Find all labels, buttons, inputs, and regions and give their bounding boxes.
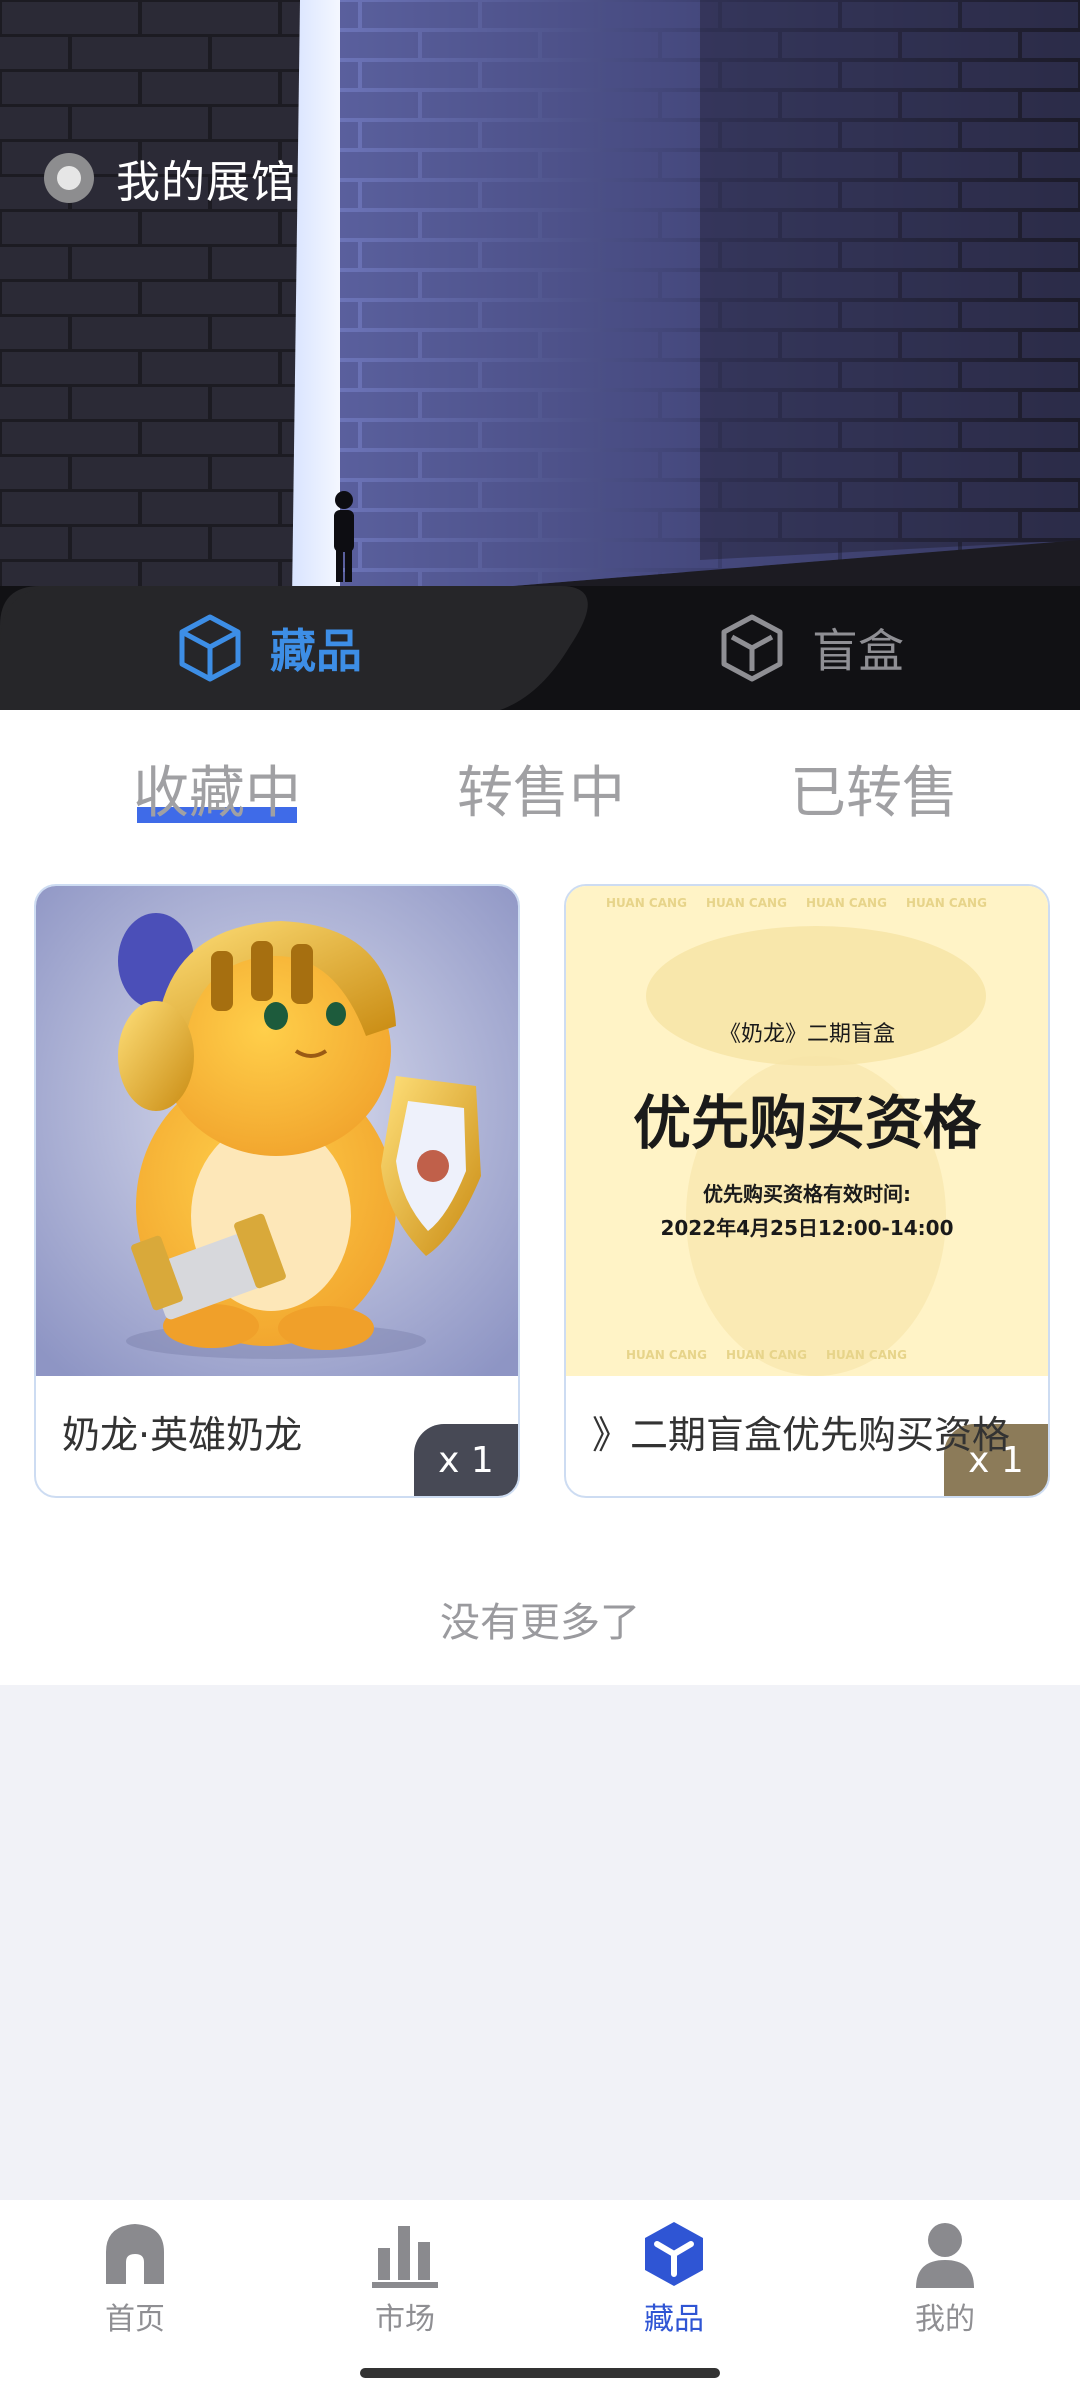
main-tabs-background [0,586,1080,710]
poster-headline: 优先购买资格 [632,1089,981,1157]
poster-watermark: HUAN CANG [906,896,987,910]
nav-mine[interactable]: 我的 [845,2218,1045,2348]
nav-home-label: 首页 [105,2302,165,2337]
tab-collection-label: 藏品 [270,624,362,678]
card-title: 奶龙·英雄奶龙 [62,1413,303,1457]
main-tabs: 藏品 盲盒 [0,586,1080,710]
subtab-resold-label: 已转售 [790,761,958,826]
card-title: 》二期盲盒优先购买资格 [592,1413,1011,1457]
nav-mine-label: 我的 [915,2302,975,2337]
nav-market[interactable]: 市场 [305,2218,505,2348]
cube-icon [179,614,241,682]
subtab-collecting-label: 收藏中 [133,761,301,826]
nav-collection[interactable]: 藏品 [574,2218,774,2348]
collection-cube-icon [645,2222,703,2286]
subtab-collecting[interactable]: 收藏中 [133,748,301,829]
user-icon [916,2223,974,2288]
poster-validity-time: 2022年4月25日12:00-14:00 [660,1216,954,1240]
subtab-reselling[interactable]: 转售中 [457,748,625,829]
poster-watermark: HUAN CANG [806,896,887,910]
tab-blind-box-label: 盲盒 [812,624,904,678]
status-subtabs: 收藏中 转售中 已转售 [0,710,1080,852]
milk-dragon-illustration [36,886,518,1376]
poster-watermark: HUAN CANG [706,896,787,910]
card-thumbnail-poster: HUAN CANG HUAN CANG HUAN CANG HUAN CANG … [566,886,1048,1376]
collection-content: 收藏中 转售中 已转售 x 1 奶龙·英雄奶龙 HUAN CANG HUAN C… [0,710,1080,1685]
my-gallery-title: 我的展馆 [116,157,296,208]
poster-watermark: HUAN CANG [626,1348,707,1362]
poster-watermark: HUAN CANG [826,1348,907,1362]
collection-card[interactable]: x 1 奶龙·英雄奶龙 [34,884,520,1498]
cube-outline-icon [721,614,783,682]
subtab-reselling-label: 转售中 [457,761,625,826]
nav-market-label: 市场 [375,2302,435,2337]
card-thumbnail-milk-dragon [36,886,518,1376]
tab-blind-box[interactable]: 盲盒 [720,586,904,710]
poster-watermark: HUAN CANG [726,1348,807,1362]
nav-collection-label: 藏品 [644,2302,704,2337]
subtab-resold[interactable]: 已转售 [790,748,958,829]
market-chart-icon [372,2226,438,2288]
hero-banner: 我的展馆 藏品 盲盒 [0,0,1080,710]
radio-dot-icon [44,153,94,203]
home-icon [106,2224,164,2284]
poster-watermark: HUAN CANG [606,896,687,910]
no-more-text: 没有更多了 [440,1600,640,1646]
tab-collection[interactable]: 藏品 [178,586,362,710]
my-gallery-header[interactable]: 我的展馆 [44,148,296,208]
poster-validity-label: 优先购买资格有效时间: [703,1182,911,1206]
poster-subtitle: 《奶龙》二期盲盒 [718,1022,895,1047]
collection-card[interactable]: HUAN CANG HUAN CANG HUAN CANG HUAN CANG … [564,884,1050,1498]
nav-home[interactable]: 首页 [35,2218,235,2348]
home-indicator[interactable] [360,2368,720,2378]
